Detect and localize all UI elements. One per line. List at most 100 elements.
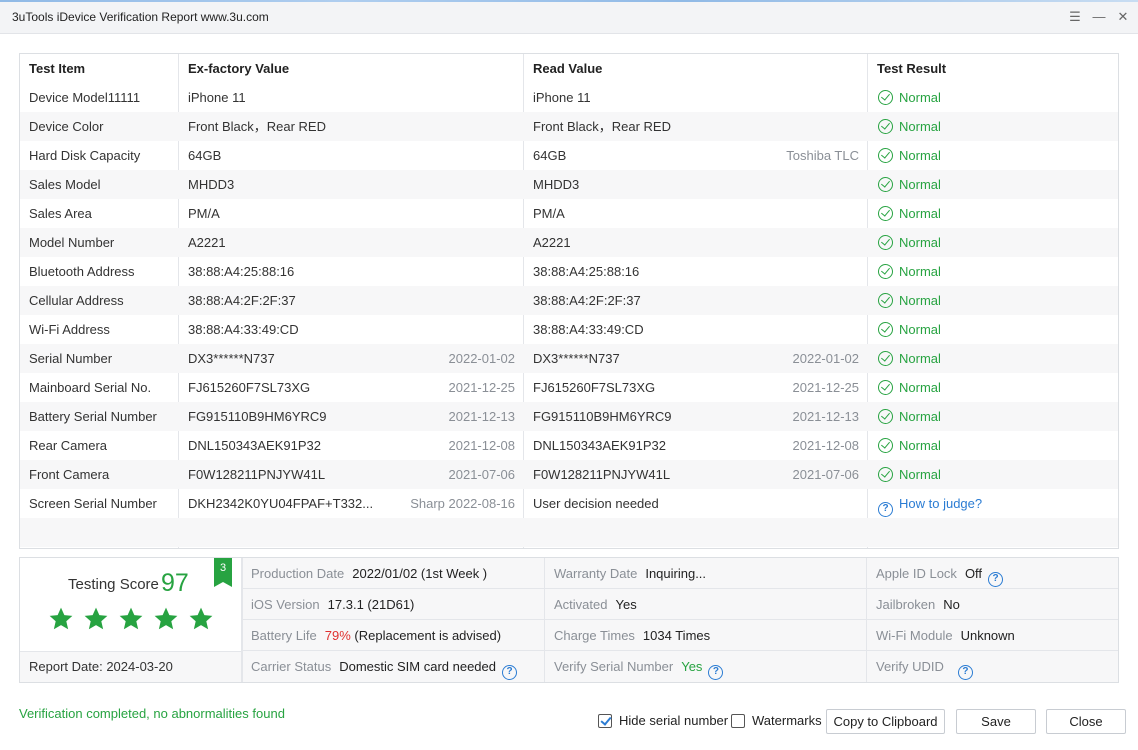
- table-row: Battery Serial Number FG915110B9HM6YRC9 20…: [20, 402, 1118, 431]
- summary-field: Warranty Date Inquiring...: [554, 558, 706, 589]
- read-value-note: 2022-01-02: [792, 351, 860, 366]
- read-value-cell: 38:88:A4:33:49:CD: [533, 322, 644, 337]
- ex-factory-note: Sharp 2022-08-16: [410, 496, 515, 511]
- test-item-cell: Device Model11111: [29, 90, 141, 105]
- check-circle-icon: [878, 380, 893, 395]
- header-test-item: Test Item: [29, 61, 86, 76]
- header-test-result: Test Result: [877, 61, 947, 76]
- summary-field-label: iOS Version: [251, 597, 320, 612]
- summary-field: iOS Version 17.3.1 (21D61): [251, 589, 414, 620]
- ex-factory-value-cell: 38:88:A4:33:49:CD: [188, 322, 299, 337]
- test-result-cell: Normal: [878, 431, 941, 460]
- menu-icon[interactable]: ☰: [1066, 8, 1084, 26]
- header-ex-factory-value: Ex-factory Value: [188, 61, 290, 76]
- test-item-cell: Serial Number: [29, 351, 113, 366]
- test-item-cell: Cellular Address: [29, 293, 124, 308]
- close-icon[interactable]: ✕: [1114, 8, 1132, 26]
- watermarks-label[interactable]: Watermarks: [752, 713, 822, 728]
- check-circle-icon: [878, 293, 893, 308]
- table-row: Mainboard Serial No. FJ615260F7SL73XG 2021…: [20, 373, 1118, 402]
- ex-factory-note: [358, 199, 515, 228]
- read-value-cell: F0W128211PNJYW41L: [533, 467, 671, 482]
- result-label: Normal: [899, 177, 941, 192]
- check-circle-icon: [878, 177, 893, 192]
- result-label: Normal: [899, 293, 941, 308]
- test-item-cell: Sales Model: [29, 177, 101, 192]
- testing-score-value: 97: [161, 569, 189, 597]
- help-icon[interactable]: ?: [988, 572, 1004, 587]
- minimize-icon[interactable]: —: [1090, 8, 1108, 26]
- read-value-note: 2021-12-25: [792, 380, 860, 395]
- ex-factory-value-cell: DNL150343AEK91P32: [188, 438, 321, 453]
- test-result-cell: Normal: [878, 170, 941, 199]
- check-circle-icon: [878, 467, 893, 482]
- summary-field-label: Verify UDID: [876, 659, 944, 674]
- summary-field-label: Jailbroken: [876, 597, 936, 612]
- check-circle-icon: [878, 90, 893, 105]
- result-label: Normal: [899, 148, 941, 163]
- copy-to-clipboard-button[interactable]: Copy to Clipboard: [826, 709, 945, 734]
- read-value-cell: User decision needed: [533, 496, 659, 511]
- table-row-empty: [20, 518, 1118, 547]
- read-value-note: [702, 83, 859, 112]
- test-result-cell: Normal: [878, 199, 941, 228]
- read-value-cell: Front Black，Rear RED: [533, 119, 671, 134]
- check-circle-icon: [878, 119, 893, 134]
- test-item-cell: Mainboard Serial No.: [29, 380, 152, 395]
- summary-field-label: Carrier Status: [251, 659, 332, 674]
- testing-score-label: Testing Score: [68, 576, 159, 593]
- star-icon: [189, 607, 213, 630]
- hide-serial-label[interactable]: Hide serial number: [619, 713, 728, 728]
- check-circle-icon: [878, 206, 893, 221]
- summary-field-label: Verify Serial Number: [554, 659, 674, 674]
- summary-field-label: Warranty Date: [554, 566, 638, 581]
- table-row: Rear Camera DNL150343AEK91P32 2021-12-08 DN…: [20, 431, 1118, 460]
- close-button[interactable]: Close: [1046, 709, 1126, 734]
- test-item-cell: Screen Serial Number: [29, 496, 157, 511]
- hide-serial-checkbox[interactable]: [598, 714, 612, 728]
- check-circle-icon: [878, 438, 893, 453]
- summary-field-value: Yes: [615, 597, 637, 612]
- table-row: Cellular Address 38:88:A4:2F:2F:37 38:88:A…: [20, 286, 1118, 315]
- watermarks-checkbox[interactable]: [731, 714, 745, 728]
- table-row: Wi-Fi Address 38:88:A4:33:49:CD 38:88:A4:3…: [20, 315, 1118, 344]
- table-row: Model Number A2221 A2221 Normal: [20, 228, 1118, 257]
- read-value-note: Toshiba TLC: [786, 148, 859, 163]
- ex-factory-note: [358, 112, 515, 141]
- read-value-cell: FG915110B9HM6YRC9: [533, 409, 672, 424]
- summary-field-label: Apple ID Lock: [876, 566, 957, 581]
- ex-factory-value-cell: 38:88:A4:25:88:16: [188, 264, 295, 279]
- read-value-note: [702, 286, 859, 315]
- ex-factory-note: 2021-07-06: [448, 467, 516, 482]
- test-item-cell: Battery Serial Number: [29, 409, 157, 424]
- how-to-judge-link[interactable]: ? How to judge?: [878, 489, 982, 518]
- read-value-note: [702, 315, 859, 344]
- save-button[interactable]: Save: [956, 709, 1036, 734]
- test-result-cell: Normal: [878, 286, 941, 315]
- summary-panel: Testing Score 97 3 Report Date: 2024-03-…: [19, 557, 1119, 683]
- help-icon[interactable]: ?: [502, 665, 517, 680]
- ex-factory-value-cell: 38:88:A4:2F:2F:37: [188, 293, 296, 308]
- help-icon[interactable]: ?: [957, 665, 973, 680]
- header-read-value: Read Value: [533, 61, 603, 76]
- read-value-cell: DX3******N737: [533, 351, 620, 366]
- summary-field-label: Production Date: [251, 566, 345, 581]
- read-value-note: [702, 112, 859, 141]
- summary-divider: [866, 558, 867, 682]
- read-value-cell: iPhone 11: [533, 90, 591, 105]
- score-panel: Testing Score 97 3: [20, 558, 242, 651]
- ex-factory-value-cell: F0W128211PNJYW41L: [188, 467, 326, 482]
- read-value-cell: MHDD3: [533, 177, 580, 192]
- read-value-cell: 38:88:A4:2F:2F:37: [533, 293, 641, 308]
- result-label: Normal: [899, 206, 941, 221]
- summary-field: Jailbroken No: [876, 589, 960, 620]
- check-circle-icon: [878, 148, 893, 163]
- help-icon[interactable]: ?: [708, 665, 724, 680]
- table-row: Device Color Front Black，Rear RED Front Bl…: [20, 112, 1118, 141]
- test-result-cell: Normal: [878, 373, 941, 402]
- summary-field-value: Inquiring...: [645, 566, 707, 581]
- table-row: Sales Model MHDD3 MHDD3 Normal: [20, 170, 1118, 199]
- ex-factory-value-cell: FG915110B9HM6YRC9: [188, 409, 327, 424]
- test-item-cell: Device Color: [29, 119, 104, 134]
- read-value-cell: 38:88:A4:25:88:16: [533, 264, 640, 279]
